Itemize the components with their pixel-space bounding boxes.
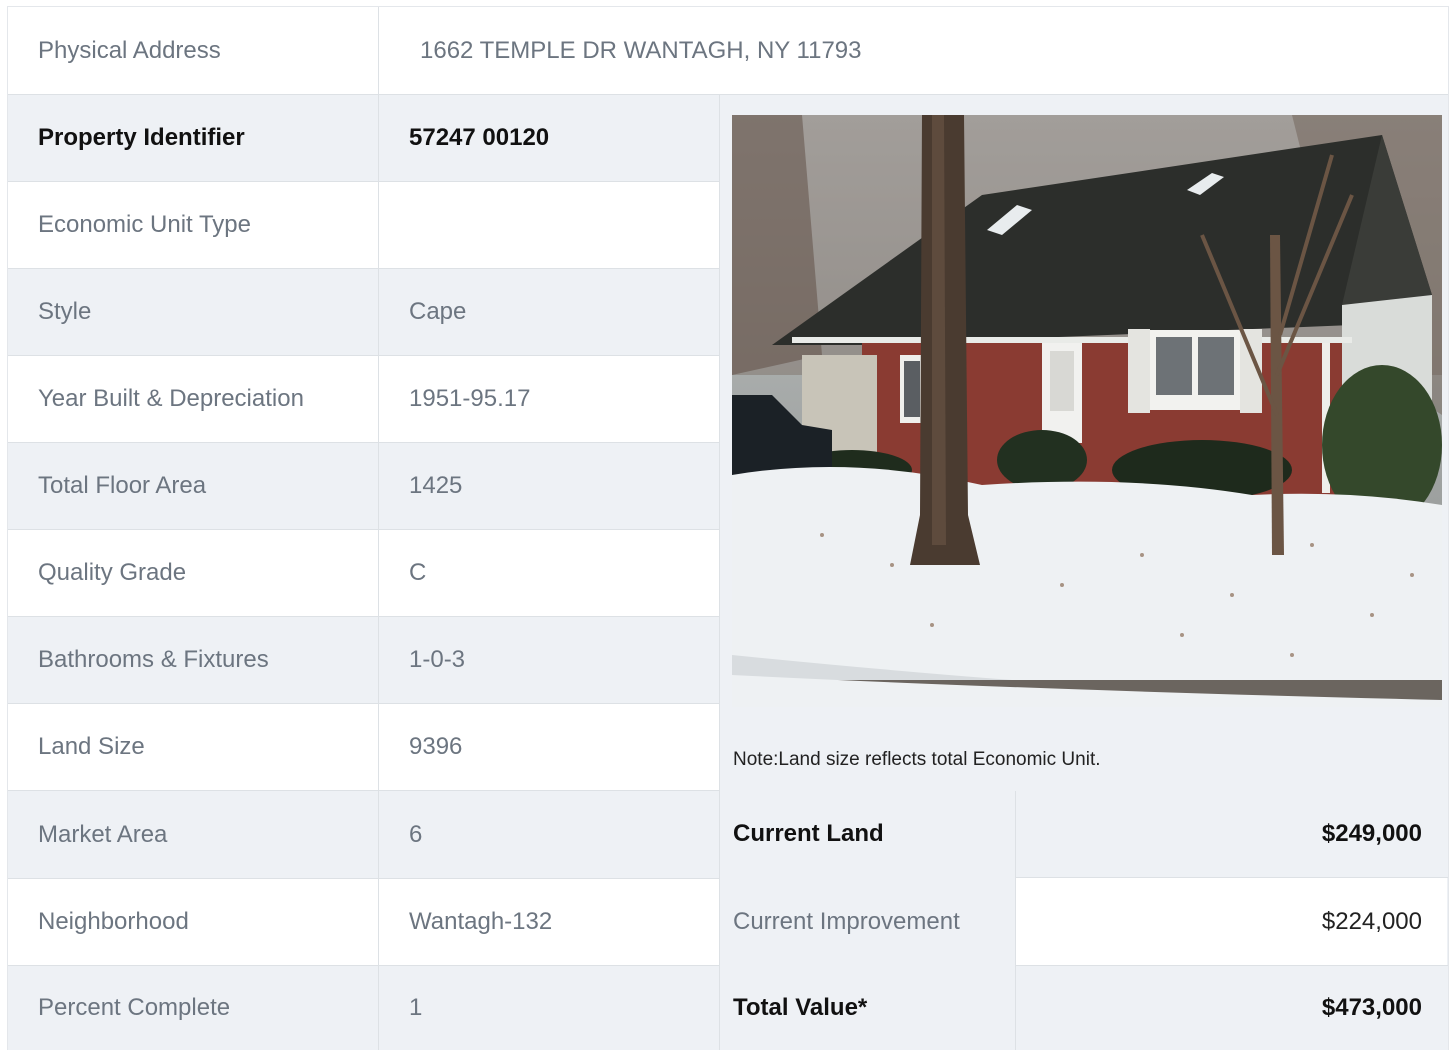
percent-complete-value: 1 — [409, 994, 423, 1021]
total-value-value: $473,000 — [1321, 994, 1422, 1021]
percent-complete-label: Percent Complete — [38, 994, 231, 1021]
current-improvement-value-cell: $224,000 — [1016, 878, 1447, 965]
address-label: Physical Address — [38, 36, 221, 64]
total-value-label-cell: Total Value* — [720, 966, 1015, 1050]
row-quality-grade: Quality Grade C — [8, 530, 720, 616]
land-size-label: Land Size — [38, 733, 145, 760]
current-improvement-label: Current Improvement — [733, 907, 960, 935]
current-land-label: Current Land — [733, 820, 884, 847]
address-value-cell: 1662 TEMPLE DR WANTAGH, NY 11793 — [379, 7, 1447, 94]
neighborhood-label: Neighborhood — [38, 908, 189, 935]
neighborhood-value: Wantagh-132 — [409, 908, 553, 935]
bathrooms-label: Bathrooms & Fixtures — [38, 646, 269, 673]
current-land-value: $249,000 — [1321, 820, 1422, 847]
style-value: Cape — [409, 298, 467, 325]
total-value-label: Total Value* — [733, 994, 868, 1021]
row-property-identifier: Property Identifier 57247 00120 — [8, 95, 720, 181]
address-value: 1662 TEMPLE DR WANTAGH, NY 11793 — [420, 36, 862, 64]
current-land-label-cell: Current Land — [720, 791, 1015, 877]
economic-unit-type-label: Economic Unit Type — [38, 211, 251, 238]
row-market-area: Market Area 6 — [8, 791, 720, 878]
year-built-value: 1951-95.17 — [409, 385, 531, 412]
bathrooms-value: 1-0-3 — [409, 646, 466, 673]
row-year-built: Year Built & Depreciation 1951-95.17 — [8, 356, 720, 442]
land-size-value: 9396 — [409, 733, 463, 760]
row-neighborhood: Neighborhood Wantagh-132 — [8, 879, 720, 965]
property-identifier-value: 57247 00120 — [409, 124, 550, 151]
current-improvement-label-cell: Current Improvement — [720, 878, 1015, 965]
property-photo — [732, 115, 1442, 707]
row-percent-complete: Percent Complete 1 — [8, 966, 720, 1050]
current-land-value-cell: $249,000 — [1016, 791, 1447, 877]
current-improvement-value: $224,000 — [1321, 907, 1422, 935]
quality-grade-value: C — [409, 559, 427, 586]
row-economic-unit-type: Economic Unit Type — [8, 182, 720, 268]
year-built-label: Year Built & Depreciation — [38, 385, 304, 412]
market-area-value: 6 — [409, 820, 423, 848]
row-land-size: Land Size 9396 — [8, 704, 720, 790]
total-value-value-cell: $473,000 — [1016, 966, 1447, 1050]
total-floor-area-value: 1425 — [409, 472, 463, 499]
total-floor-area-label: Total Floor Area — [38, 472, 207, 499]
style-label: Style — [38, 298, 92, 325]
land-size-note: Note:Land size reflects total Economic U… — [733, 749, 1101, 770]
market-area-label: Market Area — [38, 820, 168, 848]
property-details-table: Physical Address 1662 TEMPLE DR WANTAGH,… — [7, 6, 1449, 1050]
row-bathrooms: Bathrooms & Fixtures 1-0-3 — [8, 617, 720, 703]
property-identifier-label: Property Identifier — [38, 124, 245, 151]
row-total-floor-area: Total Floor Area 1425 — [8, 443, 720, 529]
address-label-cell: Physical Address — [8, 7, 379, 94]
row-style: Style Cape — [8, 269, 720, 355]
quality-grade-label: Quality Grade — [38, 559, 187, 586]
